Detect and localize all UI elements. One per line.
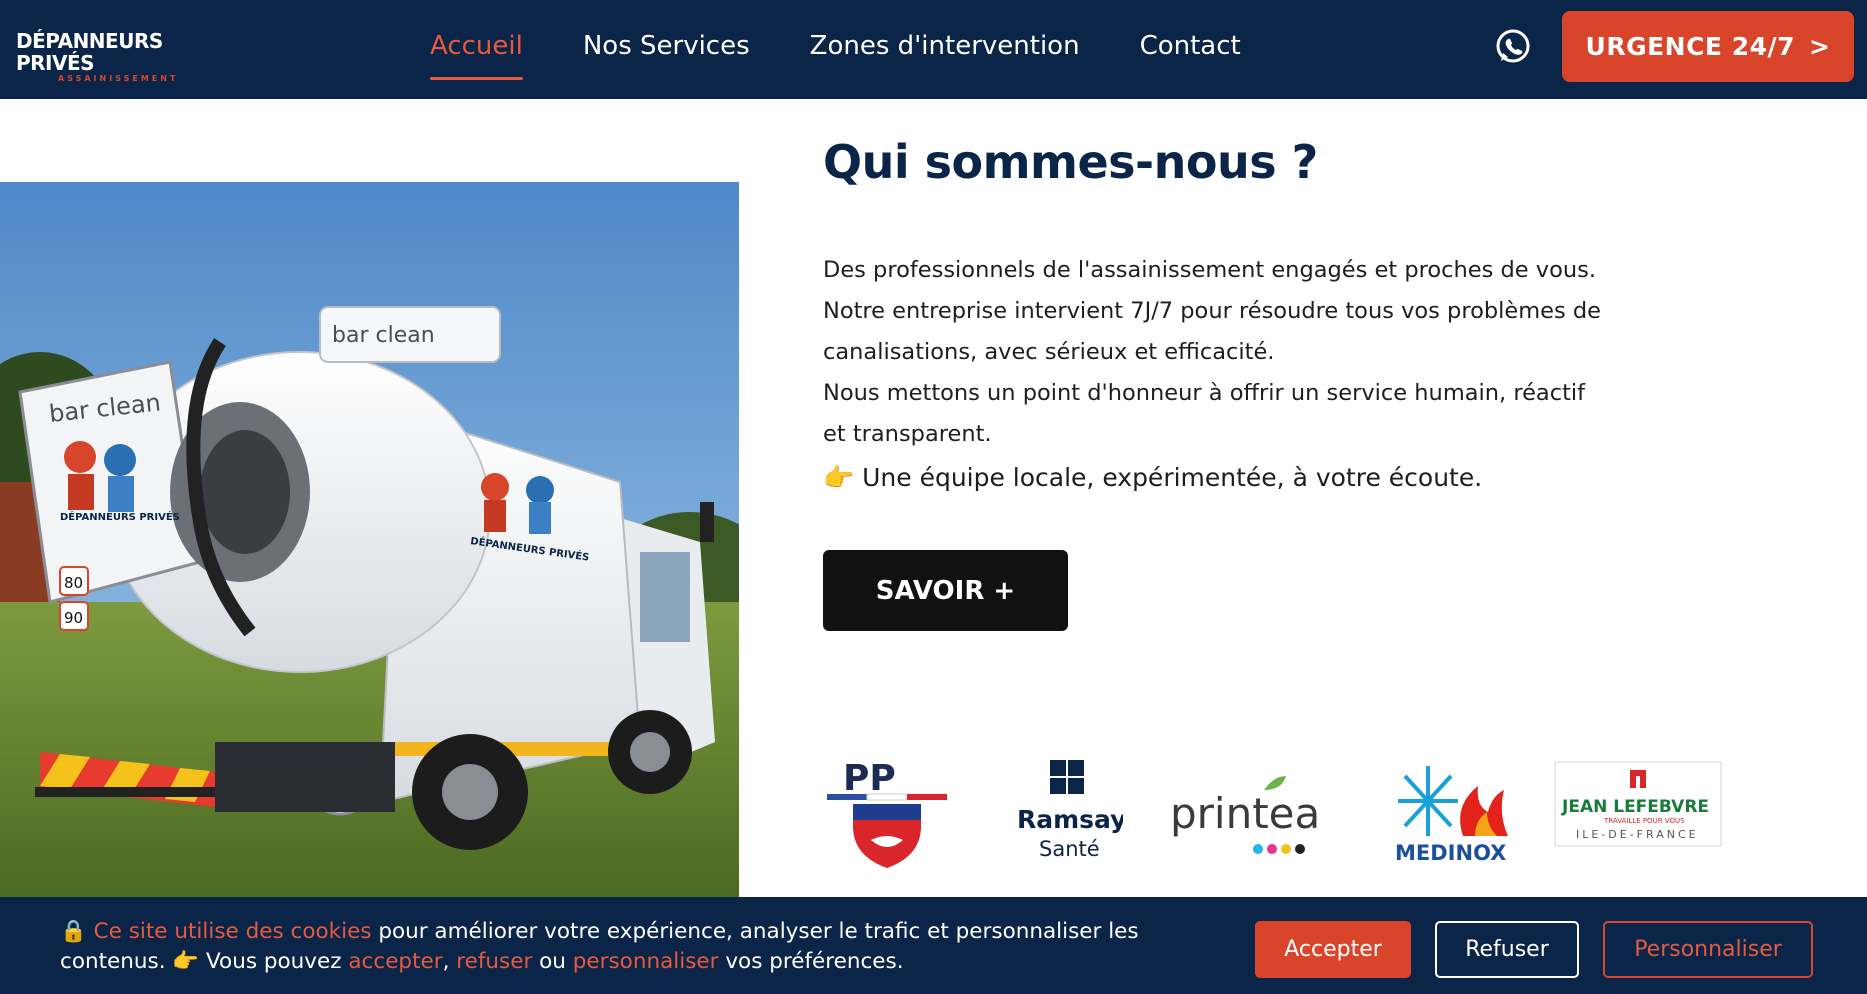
urgence-label: URGENCE 24/7: [1585, 32, 1796, 61]
cookie-banner: 🔒 Ce site utilise des cookies pour améli…: [0, 897, 1867, 994]
nav-accueil[interactable]: Accueil: [430, 28, 523, 80]
urgence-button[interactable]: URGENCE 24/7 >: [1562, 11, 1854, 82]
partner-jl-sub: ILE-DE-FRANCE: [1576, 828, 1699, 841]
cookie-notice-lead: Ce site utilise des cookies: [93, 919, 372, 944]
about-text: Des professionnels de l'assainissement e…: [823, 250, 1683, 498]
about-line-2: Notre entreprise intervient 7J/7 pour ré…: [823, 298, 1601, 324]
about-line-4: Nous mettons un point d'honneur à offrir…: [823, 380, 1586, 406]
nav-zones-intervention[interactable]: Zones d'intervention: [810, 28, 1080, 72]
about-line-1: Des professionnels de l'assainissement e…: [823, 257, 1596, 283]
partner-printea-text: printea: [1170, 789, 1318, 838]
pointing-hand-icon: 👉: [172, 949, 200, 974]
partner-logo-jean-lefebvre: JEAN LEFEBVRE TRAVAILLE POUR VOUS ILE-DE…: [1554, 761, 1722, 847]
pointing-hand-icon: 👉: [823, 463, 855, 492]
partner-logo-ramsay: Ramsay Santé: [1017, 760, 1123, 861]
logo-sub-text: ASSAINISSEMENT: [58, 74, 179, 83]
partner-logo-pp: PP: [827, 758, 947, 868]
speed-plate-90: 90: [64, 609, 83, 627]
partner-ramsay-name: Ramsay: [1017, 805, 1123, 834]
site-logo[interactable]: DÉPANNEURS PRIVÉS ASSAINISSEMENT: [16, 30, 196, 83]
about-line-3: canalisations, avec sérieux et efficacit…: [823, 339, 1275, 365]
partner-logo-printea: printea: [1170, 776, 1318, 854]
cookie-personnaliser-button[interactable]: Personnaliser: [1603, 921, 1813, 978]
about-title: Qui sommes-nous ?: [823, 135, 1318, 189]
savoir-plus-button[interactable]: SAVOIR +: [823, 550, 1068, 631]
chevron-right-icon: >: [1809, 32, 1831, 61]
whatsapp-icon[interactable]: [1494, 28, 1532, 66]
nav-contact[interactable]: Contact: [1140, 28, 1241, 72]
lock-icon: 🔒: [60, 919, 87, 944]
cookie-refuse-button[interactable]: Refuser: [1435, 921, 1579, 978]
cookie-perso-link[interactable]: personnaliser: [573, 949, 719, 974]
cookie-sep: ,: [442, 949, 457, 974]
site-header: DÉPANNEURS PRIVÉS ASSAINISSEMENT Accueil…: [0, 0, 1867, 99]
hero-truck-image: bar clean bar clean DÉPANNEURS PRIVÉS DÉ…: [0, 182, 739, 898]
logo-main-text: DÉPANNEURS PRIVÉS: [16, 29, 163, 75]
partner-jl-tagline: TRAVAILLE POUR VOUS: [1603, 817, 1685, 825]
cookie-refuse-link[interactable]: refuser: [456, 949, 532, 974]
cookie-notice-end: vos préférences.: [718, 949, 904, 974]
cookie-accept-link[interactable]: accepter: [348, 949, 442, 974]
truck-logo-rear: DÉPANNEURS PRIVÉS: [60, 510, 180, 523]
partner-jl-text: JEAN LEFEBVRE: [1561, 797, 1709, 817]
speed-plate-80: 80: [64, 574, 83, 592]
partner-logo-medinox: MEDINOX: [1395, 766, 1508, 865]
partner-pp-text: PP: [843, 758, 896, 799]
main-nav: Accueil Nos Services Zones d'interventio…: [430, 28, 1301, 80]
partner-ramsay-sub: Santé: [1039, 837, 1100, 861]
truck-brand-top: bar clean: [332, 323, 435, 348]
about-line-5: et transparent.: [823, 421, 992, 447]
cookie-accept-button[interactable]: Accepter: [1255, 921, 1411, 978]
cookie-or: ou: [532, 949, 573, 974]
cookie-text: 🔒 Ce site utilise des cookies pour améli…: [60, 917, 1180, 977]
nav-nos-services[interactable]: Nos Services: [583, 28, 750, 72]
about-highlight-text: Une équipe locale, expérimentée, à votre…: [862, 463, 1483, 492]
cookie-notice-choice: Vous pouvez: [199, 949, 349, 974]
partner-medinox-text: MEDINOX: [1395, 841, 1506, 865]
about-highlight: 👉 Une équipe locale, expérimentée, à vot…: [823, 457, 1683, 498]
